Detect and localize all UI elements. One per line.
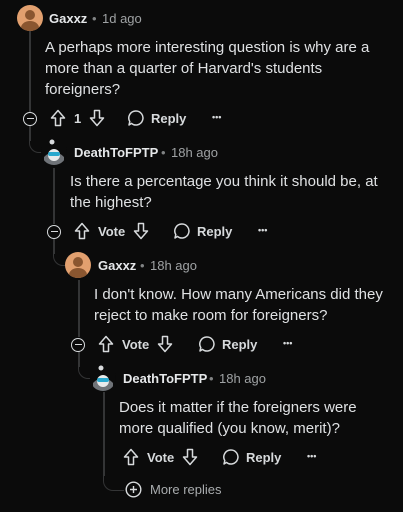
vote-control: Vote — [123, 448, 198, 466]
separator-dot: • — [161, 145, 166, 160]
vote-control: Vote — [98, 335, 173, 353]
reply-label: Reply — [246, 449, 282, 465]
plus-circle-icon — [125, 481, 142, 498]
comment-timestamp: 18h ago — [219, 371, 266, 386]
separator-dot: • — [140, 258, 145, 273]
collapse-thread-button[interactable] — [23, 112, 37, 126]
comment-timestamp: 1d ago — [102, 11, 142, 26]
avatar[interactable] — [65, 252, 91, 278]
reply-label: Reply — [222, 336, 258, 352]
arrow-down-icon[interactable] — [133, 222, 149, 240]
reply-button[interactable]: Reply — [127, 109, 186, 127]
comment-body: A perhaps more interesting question is w… — [45, 39, 370, 98]
comment-author[interactable]: DeathToFPTP — [123, 371, 207, 386]
reply-label: Reply — [151, 110, 187, 126]
reply-button[interactable]: Reply — [222, 448, 281, 466]
comment-author[interactable]: Gaxxz — [98, 258, 136, 273]
speech-bubble-icon — [174, 223, 190, 239]
comment-timestamp: 18h ago — [150, 258, 197, 273]
collapse-thread-button[interactable] — [71, 338, 85, 352]
vote-control: 1 — [50, 109, 105, 127]
thread-line — [29, 125, 31, 141]
more-replies-button[interactable]: More replies — [125, 481, 222, 498]
comment-body: I don't know. How many Americans did the… — [94, 286, 383, 324]
speech-bubble-icon — [128, 110, 144, 126]
thread-line — [78, 280, 80, 337]
arrow-down-icon[interactable] — [157, 335, 173, 353]
thread-line — [29, 30, 31, 112]
speech-bubble-icon — [223, 449, 239, 465]
thread-line — [53, 238, 55, 254]
vote-label: Vote — [122, 336, 150, 352]
vote-label: Vote — [98, 223, 126, 239]
thread-line — [103, 392, 105, 476]
avatar[interactable] — [90, 365, 116, 391]
overflow-menu-button[interactable]: ••• — [307, 451, 316, 461]
thread-line — [78, 351, 80, 367]
separator-dot: • — [209, 371, 214, 386]
avatar[interactable] — [41, 139, 67, 165]
vote-control: Vote — [74, 222, 149, 240]
reply-button[interactable]: Reply — [198, 335, 257, 353]
arrow-up-icon[interactable] — [50, 109, 66, 127]
overflow-menu-button[interactable]: ••• — [258, 225, 267, 235]
collapse-thread-button[interactable] — [47, 225, 61, 239]
overflow-menu-button[interactable]: ••• — [283, 338, 292, 348]
more-replies-label: More replies — [150, 482, 222, 497]
separator-dot: • — [92, 11, 97, 26]
reply-button[interactable]: Reply — [173, 222, 232, 240]
reply-label: Reply — [197, 223, 233, 239]
arrow-up-icon[interactable] — [123, 448, 139, 466]
arrow-up-icon[interactable] — [74, 222, 90, 240]
arrow-down-icon[interactable] — [89, 109, 105, 127]
comment-body: Is there a percentage you think it shoul… — [70, 173, 378, 211]
arrow-down-icon[interactable] — [182, 448, 198, 466]
comment-body: Does it matter if the foreigners were mo… — [119, 399, 357, 437]
speech-bubble-icon — [199, 336, 215, 352]
comment-timestamp: 18h ago — [171, 145, 218, 160]
comment-author[interactable]: Gaxxz — [49, 11, 87, 26]
thread-line — [53, 168, 55, 224]
vote-count: 1 — [74, 110, 82, 126]
comment-author[interactable]: DeathToFPTP — [74, 145, 158, 160]
thread-connector — [103, 476, 124, 491]
arrow-up-icon[interactable] — [98, 335, 114, 353]
overflow-menu-button[interactable]: ••• — [212, 112, 221, 122]
vote-label: Vote — [147, 449, 175, 465]
avatar[interactable] — [17, 5, 43, 31]
